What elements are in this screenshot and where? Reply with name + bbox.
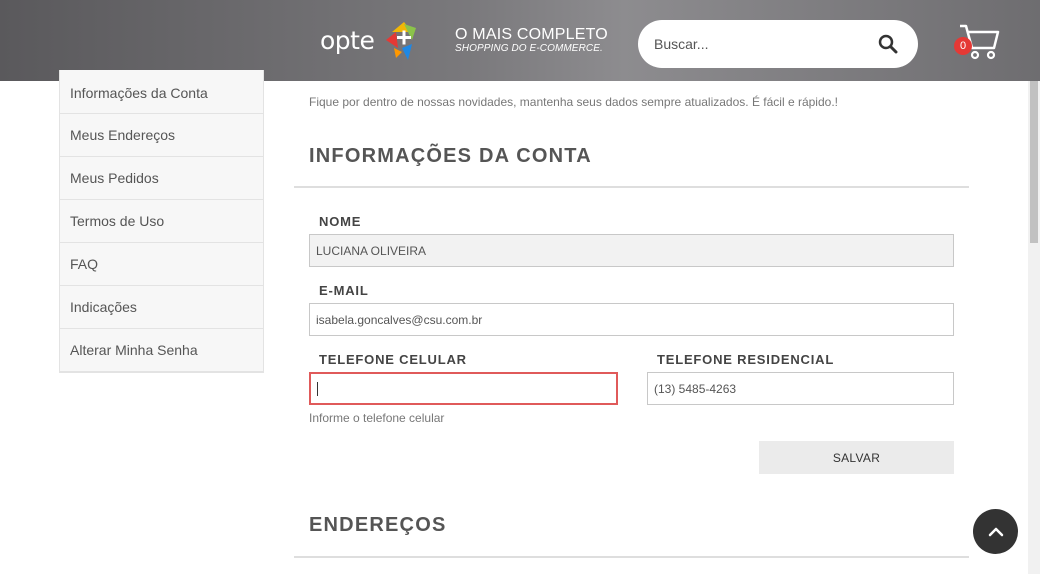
sidebar-item-label: Termos de Uso (70, 213, 165, 229)
cart-count-badge: 0 (954, 37, 972, 55)
sidebar-item-referrals[interactable]: Indicações (60, 286, 263, 329)
tagline-sub: SHOPPING DO E-COMMERCE. (455, 43, 603, 54)
page-scrollbar[interactable] (1028, 81, 1040, 574)
chevron-up-icon (988, 527, 1003, 536)
home-phone-field[interactable]: (13) 5485-4263 (647, 372, 954, 405)
sidebar-item-terms[interactable]: Termos de Uso (60, 200, 263, 243)
search-input[interactable] (654, 34, 864, 54)
intro-text: Fique por dentro de nossas novidades, ma… (309, 95, 838, 109)
email-field[interactable]: isabela.goncalves@csu.com.br (309, 303, 954, 336)
section-divider (294, 556, 969, 558)
sidebar-item-label: Meus Endereços (70, 127, 176, 143)
name-label: NOME (319, 214, 362, 229)
account-sidebar: Informações da Conta Meus Endereços Meus… (59, 70, 264, 373)
sidebar-item-label: Meus Pedidos (70, 170, 159, 186)
sidebar-item-orders[interactable]: Meus Pedidos (60, 157, 263, 200)
search-box (638, 20, 918, 68)
search-icon[interactable] (878, 34, 898, 54)
email-value: isabela.goncalves@csu.com.br (316, 312, 483, 327)
mobile-phone-field[interactable] (309, 372, 618, 405)
sidebar-item-label: Informações da Conta (70, 84, 208, 101)
name-value: LUCIANA OLIVEIRA (316, 243, 427, 258)
site-header: opte O MAIS COMPLETO SHOPPING DO E-COMME… (0, 0, 1040, 81)
sidebar-item-label: Indicações (70, 299, 137, 315)
scrollbar-thumb[interactable] (1030, 81, 1038, 243)
text-caret (317, 381, 318, 396)
addresses-title: ENDEREÇOS (309, 514, 447, 536)
name-field[interactable]: LUCIANA OLIVEIRA (309, 234, 954, 267)
sidebar-item-faq[interactable]: FAQ (60, 243, 263, 286)
logo-plus-icon (386, 22, 416, 60)
mobile-phone-label: TELEFONE CELULAR (319, 352, 467, 367)
sidebar-item-label: FAQ (70, 256, 99, 272)
sidebar-item-change-password[interactable]: Alterar Minha Senha (60, 329, 263, 372)
tagline: O MAIS COMPLETO SHOPPING DO E-COMMERCE. (455, 26, 608, 55)
home-phone-value: (13) 5485-4263 (654, 381, 737, 396)
account-info-title: INFORMAÇÕES DA CONTA (309, 145, 592, 167)
section-divider (294, 186, 969, 188)
back-to-top-button[interactable] (973, 509, 1018, 554)
sidebar-item-addresses[interactable]: Meus Endereços (60, 114, 263, 157)
sidebar-item-label: Alterar Minha Senha (70, 342, 198, 358)
home-phone-label: TELEFONE RESIDENCIAL (657, 352, 835, 367)
mobile-phone-error: Informe o telefone celular (309, 411, 445, 425)
save-button[interactable]: SALVAR (759, 441, 954, 474)
logo-text: opte (320, 26, 375, 55)
sidebar-item-account-info[interactable]: Informações da Conta (60, 70, 263, 114)
logo[interactable]: opte (320, 18, 420, 64)
tagline-main: O MAIS COMPLETO (455, 26, 608, 43)
email-label: E-MAIL (319, 283, 369, 298)
cart-button[interactable]: 0 (952, 20, 1000, 62)
